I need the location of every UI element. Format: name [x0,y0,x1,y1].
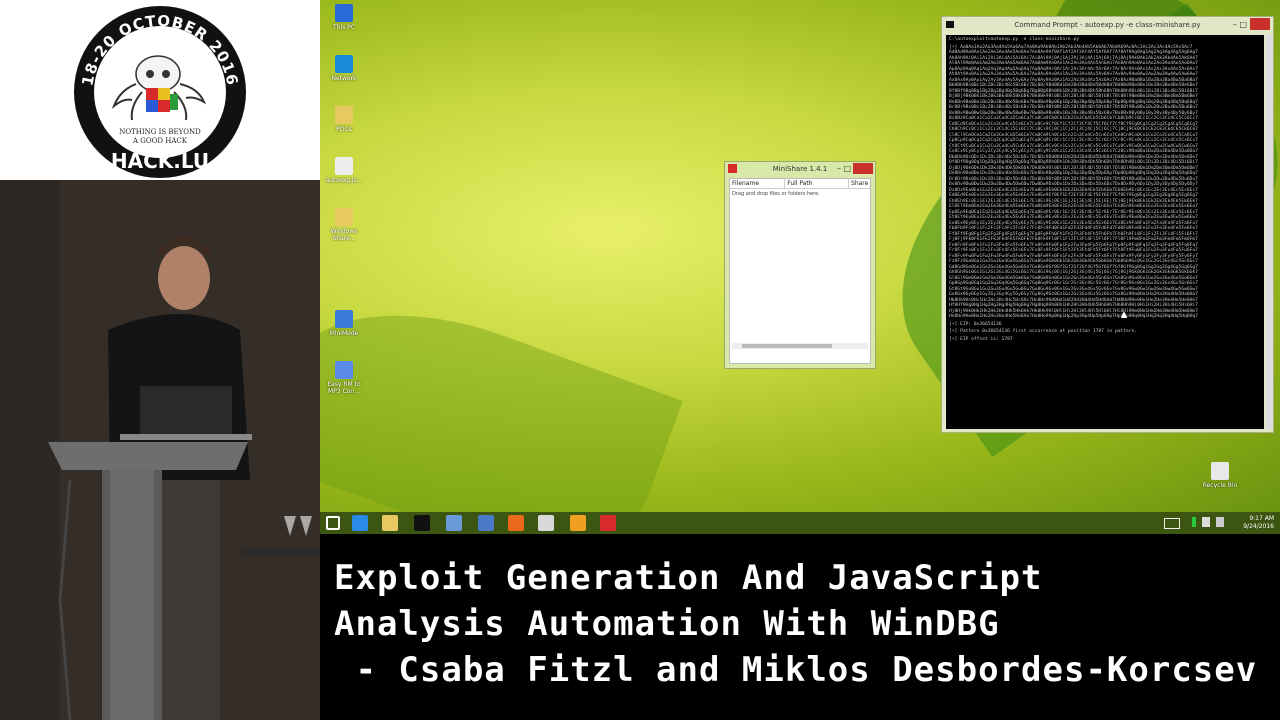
script-icon [335,157,353,175]
file-list-header: Filename Full Path Share [730,179,870,189]
clock-time: 9:17 AM [1249,515,1274,522]
command-prompt-window[interactable]: Command Prompt - autoexp.py -e class-min… [941,16,1274,433]
console-offset-line: [+] EIP offset is: 1787 [949,336,1013,342]
folder-icon [335,208,353,226]
media-icon [335,310,353,328]
console-pattern-output: [+] Aa0Aa1Aa2Aa3Aa4Aa5Aa6Aa7Aa8Aa9Ab0Ab1… [949,44,1198,320]
desktop-icon-label: MiniMode [329,330,359,337]
conference-logo-panel: 18-20 OCTOBER 2016 NOTHING IS BEYOND A G… [0,0,320,180]
desktop-icon-label: autoexp.js... [325,177,363,184]
network-status-icon[interactable] [1192,517,1196,527]
desktop-icon[interactable]: MiniMode [324,310,364,337]
folder-icon [335,106,353,124]
windbg-icon[interactable] [446,515,462,531]
recycle-bin[interactable]: Recycle Bin [1200,462,1240,489]
close-button[interactable] [1250,18,1270,30]
caption-line-2: Analysis Automation With WinDBG [334,604,1000,644]
hack-lu-logo: 18-20 OCTOBER 2016 NOTHING IS BEYOND A G… [74,6,246,178]
internet-explorer-icon[interactable] [352,515,368,531]
console-output[interactable]: C:\autoexploit>autoexp.py -e class-minis… [946,35,1264,429]
column-header[interactable]: Filename [730,179,786,188]
close-button[interactable] [853,163,873,174]
cmd-titlebar[interactable]: Command Prompt - autoexp.py -e class-min… [942,17,1273,33]
minishare-title: MiniShare 1.4.1 [772,165,828,173]
cmd-title: Command Prompt - autoexp.py -e class-min… [1014,21,1201,29]
media-app-icon[interactable] [570,515,586,531]
taskbar: 9:17 AM 9/24/2016 [320,512,1280,534]
wallpaper-leaf [320,271,683,512]
audio-converter-icon [335,361,353,379]
vertical-scrollbar[interactable] [1266,35,1273,429]
monitor-app-icon[interactable] [478,515,494,531]
desktop-icon[interactable]: autoexp.js... [324,157,364,184]
command-prompt-icon[interactable] [414,515,430,531]
clock-date: 9/24/2016 [1243,523,1274,530]
windows-start-icon[interactable] [326,516,340,530]
firefox-icon[interactable] [508,515,524,531]
cmd-app-icon [946,21,954,28]
maximize-button[interactable]: □ [1239,17,1247,33]
desktop-icon-label: Windows Share... [330,228,358,242]
speaker-video [0,180,320,720]
desktop-icon-label: This PC [333,24,355,31]
scrollbar-thumb[interactable] [742,344,832,348]
computer-icon [335,4,353,22]
minishare-icon[interactable] [600,515,616,531]
file-explorer-icon[interactable] [382,515,398,531]
minishare-file-list[interactable]: Filename Full Path Share Drag and drop f… [729,178,871,364]
maximize-button[interactable]: □ [843,162,851,176]
column-header[interactable]: Full Path [785,179,850,188]
system-clock[interactable]: 9:17 AM 9/24/2016 [1243,515,1274,531]
logo-name: HACK.LU [111,149,209,173]
desktop-icon-label: Easy RM to MP3 Con... [327,381,361,395]
column-header[interactable]: Share [849,179,870,188]
desktop-icon[interactable]: Easy RM to MP3 Con... [324,361,364,395]
talk-title-caption: Exploit Generation And JavaScript Analys… [320,534,1280,720]
horizontal-scrollbar[interactable] [732,343,868,349]
drop-hint: Drag and drop files or folders here. [732,191,820,197]
desktop-icon-label: Network [331,75,357,82]
mouse-cursor-icon [1121,311,1127,318]
logo-tagline-1: NOTHING IS BEYOND [119,128,201,136]
desktop-icon-label: POCs [336,126,352,133]
minishare-titlebar[interactable]: MiniShare 1.4.1 – □ [725,162,875,176]
volume-icon[interactable] [1216,517,1224,527]
network-icon [335,55,353,73]
keyboard-icon[interactable] [1164,518,1180,529]
minishare-app-icon [728,164,737,173]
caption-line-3: - Csaba Fitzl and Miklos Desbordes-Korcs… [334,650,1258,690]
logo-tagline-2: A GOOD HACK [132,137,188,145]
desktop-icon[interactable]: This PC [324,4,364,31]
desktop-icon[interactable]: POCs [324,106,364,133]
minimize-button[interactable]: – [1233,17,1237,33]
battery-icon[interactable] [1202,517,1210,527]
minishare-window[interactable]: MiniShare 1.4.1 – □ Filename Full Path S… [724,161,876,369]
minimize-button[interactable]: – [837,162,841,176]
tool-app-icon[interactable] [538,515,554,531]
recycle-bin-label: Recycle Bin [1202,482,1238,489]
desktop-icon[interactable]: Windows Share... [324,208,364,242]
recycle-bin-icon [1211,462,1229,480]
caption-line-1: Exploit Generation And JavaScript [334,558,1043,598]
desktop-icon[interactable]: Network [324,55,364,82]
